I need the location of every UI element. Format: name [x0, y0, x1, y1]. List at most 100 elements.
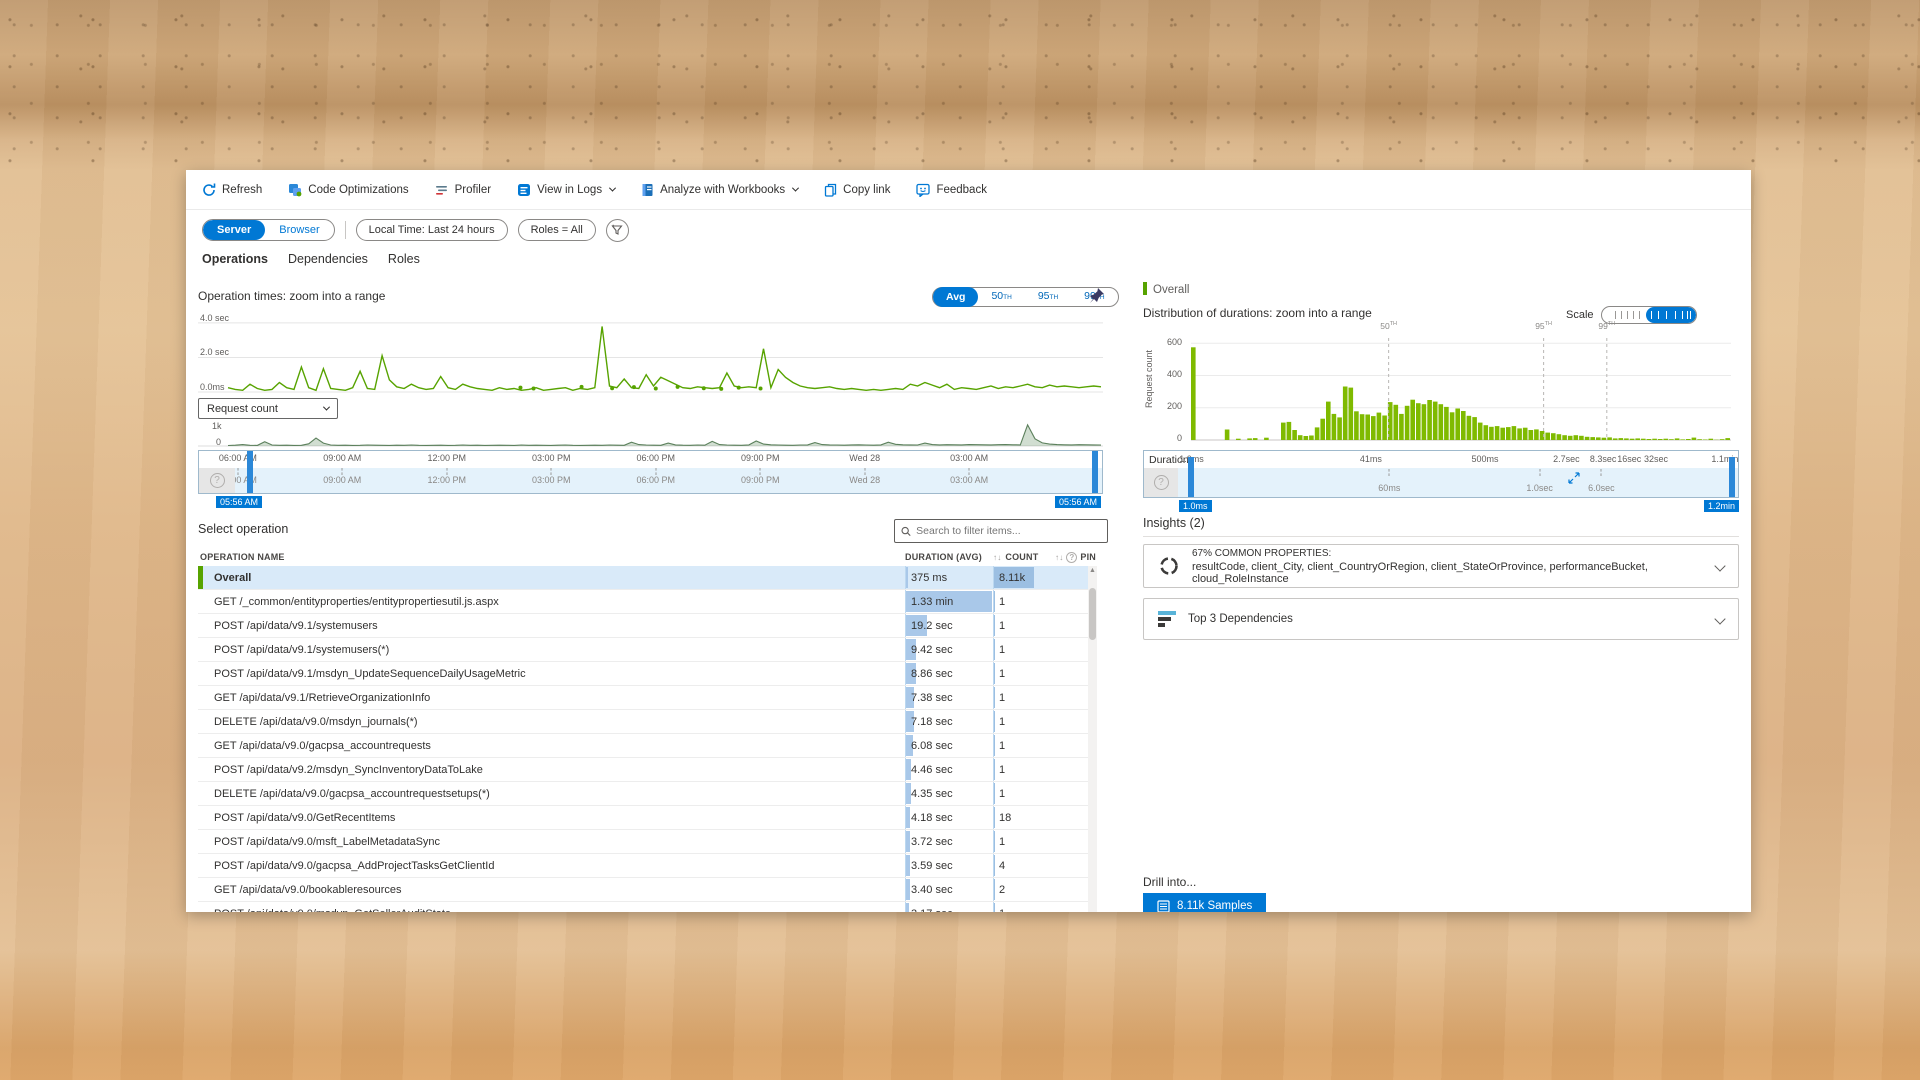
view-in-logs-icon [517, 183, 531, 197]
table-body: Overall375 ms8.11kGET /_common/entitypro… [198, 566, 1097, 912]
common-properties-card[interactable]: 67% COMMON PROPERTIES: resultCode, clien… [1143, 544, 1739, 588]
time-tick-label: 03:00 PM [532, 475, 571, 485]
add-filter-button[interactable] [606, 219, 629, 242]
samples-button[interactable]: 8.11k Samples [1143, 893, 1266, 912]
brush-left-handle[interactable] [247, 451, 253, 493]
roles-filter[interactable]: Roles = All [518, 219, 596, 241]
table-row[interactable]: GET /api/data/v9.1/RetrieveOrganizationI… [198, 686, 1097, 710]
dependencies-bars-icon [1158, 611, 1176, 627]
search-box [894, 519, 1108, 543]
linear-scale-option[interactable] [1612, 311, 1642, 319]
duration-cell: 3.40 sec [905, 878, 993, 901]
duration-brush-left-handle[interactable] [1188, 457, 1194, 497]
sort-icon[interactable]: ↑↓ [1055, 553, 1063, 562]
metric-avg[interactable]: Avg [933, 287, 978, 307]
duration-brush-label: 60ms [1378, 483, 1400, 493]
sort-icon[interactable]: ↑↓ [993, 553, 1001, 562]
duration-histogram-chart[interactable] [1191, 334, 1731, 442]
metric-95th[interactable]: 95TH [1025, 287, 1071, 307]
search-input[interactable] [916, 525, 1101, 537]
table-row[interactable]: POST /api/data/v9.0/gacpsa_AddProjectTas… [198, 854, 1097, 878]
time-tick-label: 06:00 PM [636, 453, 675, 463]
browser-toggle[interactable]: Browser [265, 220, 333, 240]
brush-reset-box[interactable]: ? [1144, 468, 1178, 497]
table-row[interactable]: POST /api/data/v9.1/systemusers19.2 sec1 [198, 614, 1097, 638]
table-row[interactable]: GET /api/data/v9.0/gacpsa_accountrequest… [198, 734, 1097, 758]
operations-table: OPERATION NAME DURATION (AVG) ↑↓ COUNT ↑… [198, 548, 1097, 912]
count-cell: 1 [993, 902, 1055, 912]
table-row[interactable]: POST /api/data/v9.1/systemusers(*)9.42 s… [198, 638, 1097, 662]
column-duration[interactable]: DURATION (AVG) [905, 552, 993, 562]
card-label: Top 3 Dependencies [1188, 613, 1704, 625]
samples-list-icon [1157, 900, 1170, 913]
brush-start-label: 05:56 AM [216, 496, 262, 508]
search-icon [901, 526, 911, 537]
time-tick-label: 09:00 AM [323, 453, 361, 463]
analyze-with-workbooks-button[interactable]: Analyze with Workbooks [641, 183, 798, 197]
time-tick-label: 03:00 AM [950, 453, 988, 463]
table-row[interactable]: DELETE /api/data/v9.0/msdyn_journals(*)7… [198, 710, 1097, 734]
time-brush-area[interactable]: 06:00 AM09:00 AM12:00 PM03:00 PM06:00 PM… [199, 468, 1102, 493]
table-scrollbar[interactable]: ▲ [1088, 566, 1097, 912]
request-count-mini-chart[interactable] [198, 419, 1103, 448]
table-row[interactable]: POST /api/data/v9.0/msdyn_GetSellerAudit… [198, 902, 1097, 912]
duration-cell: 4.46 sec [905, 758, 993, 781]
brush-tick [342, 468, 343, 475]
duration-brush-area[interactable]: 60ms1.0sec6.0sec [1144, 468, 1738, 497]
table-row[interactable]: GET /_common/entityproperties/entityprop… [198, 590, 1097, 614]
metric-dropdown[interactable]: Request count [198, 398, 338, 419]
duration-axis: 1.0ms41ms500ms2.7sec8.3sec16sec32sec1.1m… [1144, 452, 1738, 468]
copy-link-button[interactable]: Copy link [824, 183, 890, 197]
expand-range-icon[interactable] [1568, 472, 1580, 484]
scale-label: Scale [1566, 309, 1594, 321]
tab-operations[interactable]: Operations [202, 252, 268, 266]
column-count[interactable]: ↑↓ COUNT [993, 552, 1055, 562]
scroll-up-icon[interactable]: ▲ [1089, 566, 1096, 576]
operation-times-chart[interactable] [198, 312, 1103, 396]
operation-name-cell: POST /api/data/v9.1/systemusers(*) [198, 638, 905, 661]
count-cell: 1 [993, 614, 1055, 637]
top-dependencies-card[interactable]: Top 3 Dependencies [1143, 598, 1739, 640]
column-operation-name[interactable]: OPERATION NAME [198, 552, 905, 562]
pin-chart-button[interactable] [1089, 287, 1105, 305]
time-tick-label: 03:00 AM [950, 475, 988, 485]
chevron-down-icon [609, 185, 616, 192]
time-range-filter[interactable]: Local Time: Last 24 hours [356, 219, 508, 241]
profiler-button[interactable]: Profiler [435, 183, 491, 197]
table-row[interactable]: Overall375 ms8.11k [198, 566, 1097, 590]
count-cell: 1 [993, 734, 1055, 757]
brush-tick [655, 468, 656, 475]
table-row[interactable]: DELETE /api/data/v9.0/gacpsa_accountrequ… [198, 782, 1097, 806]
code-optimizations-button[interactable]: Code Optimizations [288, 183, 408, 197]
scrollbar-thumb[interactable] [1089, 588, 1096, 640]
duration-brush-right-handle[interactable] [1729, 457, 1735, 497]
duration-brush-label: 6.0sec [1588, 483, 1615, 493]
table-row[interactable]: POST /api/data/v9.2/msdyn_SyncInventoryD… [198, 758, 1097, 782]
card-body: resultCode, client_City, client_CountryO… [1192, 561, 1704, 585]
operation-name-cell: GET /_common/entityproperties/entityprop… [198, 590, 905, 613]
brush-reset-box[interactable]: ? [199, 468, 235, 493]
duration-range-brush[interactable]: Duration 1.0ms41ms500ms2.7sec8.3sec16sec… [1143, 450, 1739, 498]
table-row[interactable]: POST /api/data/v9.0/GetRecentItems4.18 s… [198, 806, 1097, 830]
tab-roles[interactable]: Roles [388, 252, 420, 266]
metric-50th[interactable]: 50TH [978, 287, 1024, 307]
insights-title: Insights (2) [1143, 516, 1205, 530]
count-cell: 18 [993, 806, 1055, 829]
chevron-down-icon[interactable] [1714, 560, 1725, 571]
table-row[interactable]: GET /api/data/v9.0/bookableresources3.40… [198, 878, 1097, 902]
tab-dependencies[interactable]: Dependencies [288, 252, 368, 266]
table-row[interactable]: POST /api/data/v9.1/msdyn_UpdateSequence… [198, 662, 1097, 686]
brush-right-handle[interactable] [1092, 451, 1098, 493]
time-tick-label: 09:00 PM [741, 453, 780, 463]
metric-dropdown-value: Request count [207, 403, 278, 415]
time-range-brush[interactable]: 06:00 AM09:00 AM12:00 PM03:00 PM06:00 PM… [198, 450, 1103, 494]
card-title: 67% COMMON PROPERTIES: [1192, 548, 1704, 559]
table-row[interactable]: POST /api/data/v9.0/msft_LabelMetadataSy… [198, 830, 1097, 854]
hist-tick-600: 600 [1152, 337, 1182, 347]
view-in-logs-button[interactable]: View in Logs [517, 183, 615, 197]
feedback-button[interactable]: Feedback [916, 183, 987, 197]
server-toggle[interactable]: Server [203, 220, 265, 240]
help-icon: ? [1154, 475, 1169, 490]
refresh-button[interactable]: Refresh [202, 183, 262, 197]
chevron-down-icon[interactable] [1714, 613, 1725, 624]
